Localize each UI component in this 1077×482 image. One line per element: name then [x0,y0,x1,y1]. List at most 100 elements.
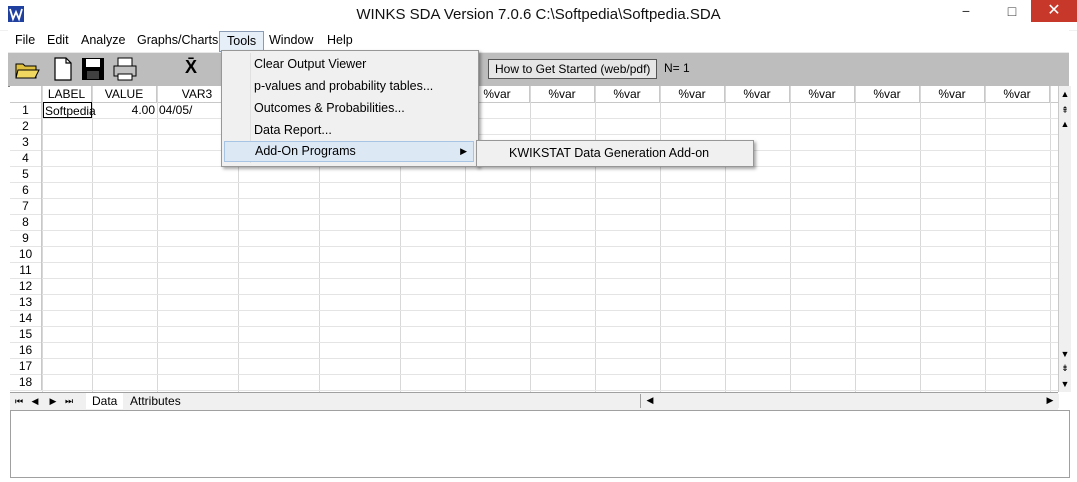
corner-cell [10,86,42,102]
grid-line [660,86,661,392]
menu-analyze[interactable]: Analyze [74,30,132,51]
row-number[interactable]: 16 [10,342,42,358]
cell-value[interactable]: 4.00 [93,102,155,118]
data-grid[interactable]: LABEL VALUE VAR3 %var %var %var %var %va… [10,86,1058,392]
column-header-label[interactable]: LABEL [42,86,92,102]
grid-line [10,390,1058,391]
get-started-button[interactable]: How to Get Started (web/pdf) [488,59,658,79]
menu-graphs-charts[interactable]: Graphs/Charts [130,30,225,51]
toolbar: X̄ How to Get Started (web/pdf) N= 1 [8,52,1069,87]
output-pane[interactable] [10,410,1070,478]
column-header-pctvar[interactable]: %var [855,86,920,102]
cell-label-active[interactable]: Softpedia [43,102,96,118]
open-folder-icon[interactable] [14,56,40,82]
last-sheet-icon[interactable]: ⏭ [62,395,76,407]
grid-line [10,134,1058,135]
tab-attributes[interactable]: Attributes [124,393,187,409]
next-sheet-icon[interactable]: ▶ [46,395,60,407]
row-number[interactable]: 6 [10,182,42,198]
row-number[interactable]: 18 [10,374,42,390]
row-number[interactable]: 7 [10,198,42,214]
horizontal-scrollbar[interactable]: ◀ ▶ [640,394,1059,408]
menu-window[interactable]: Window [262,30,320,51]
prev-sheet-icon[interactable]: ◀ [28,395,42,407]
menu-item-add-on-programs-label: Add-On Programs [255,144,356,158]
grid-line [157,86,158,392]
column-header-pctvar[interactable]: %var [660,86,725,102]
scroll-down-icon[interactable]: ▼ [1059,348,1071,360]
row-number[interactable]: 9 [10,230,42,246]
column-header-pctvar[interactable]: %var [595,86,660,102]
menu-item-clear-output-viewer[interactable]: Clear Output Viewer [224,54,474,75]
scroll-top-icon[interactable]: ▲ [1059,88,1071,100]
row-number[interactable]: 15 [10,326,42,342]
column-header-pctvar[interactable]: %var [725,86,790,102]
row-number[interactable]: 5 [10,166,42,182]
menu-item-kwikstat-data-generation[interactable]: KWIKSTAT Data Generation Add-on [479,143,749,164]
scroll-left-icon[interactable]: ◀ [643,394,657,406]
grid-line [855,86,856,392]
submenu-arrow-icon: ▶ [460,146,467,156]
grid-line [725,86,726,392]
grid-line [10,214,1058,215]
grid-line [790,86,791,392]
scroll-page-down-icon[interactable]: ⇟ [1059,362,1071,374]
grid-line [985,86,986,392]
grid-line [10,326,1058,327]
close-button[interactable]: ✕ [1031,0,1077,22]
grid-line [10,342,1058,343]
first-sheet-icon[interactable]: ⏮ [12,395,26,407]
menu-help[interactable]: Help [320,30,360,51]
menu-item-add-on-programs[interactable]: Add-On Programs ▶ [224,141,474,162]
column-header-value[interactable]: VALUE [92,86,157,102]
grid-line [10,230,1058,231]
tab-data[interactable]: Data [86,393,124,409]
maximize-button[interactable]: □ [993,0,1031,22]
grid-line [10,246,1058,247]
n-count: N= 1 [664,61,690,75]
menu-file[interactable]: File [8,30,42,51]
row-number[interactable]: 8 [10,214,42,230]
grid-line [10,310,1058,311]
row-number[interactable]: 10 [10,246,42,262]
menu-item-outcomes-probabilities[interactable]: Outcomes & Probabilities... [224,98,474,119]
save-icon[interactable] [80,56,106,82]
row-number[interactable]: 12 [10,278,42,294]
row-number[interactable]: 1 [10,102,42,118]
row-number[interactable]: 3 [10,134,42,150]
row-number[interactable]: 2 [10,118,42,134]
scroll-bottom-icon[interactable]: ▼ [1059,378,1071,390]
print-icon[interactable] [112,56,138,82]
column-header-pctvar[interactable]: %var [985,86,1050,102]
scroll-up-icon[interactable]: ▲ [1059,118,1071,130]
row-number[interactable]: 14 [10,310,42,326]
title-bar: WINKS SDA Version 7.0.6 C:\Softpedia\Sof… [0,0,1077,31]
grid-line [42,86,43,392]
scroll-page-up-icon[interactable]: ⇞ [1059,104,1071,116]
column-header-pctvar[interactable]: %var [530,86,595,102]
minimize-button[interactable]: − [947,0,985,22]
row-number[interactable]: 4 [10,150,42,166]
vertical-scrollbar[interactable]: ▲ ⇞ ▲ ▼ ⇟ ▼ [1058,86,1071,392]
grid-line [595,86,596,392]
column-header-pctvar[interactable]: %var [790,86,855,102]
mean-xbar-icon[interactable]: X̄ [185,57,197,78]
row-number[interactable]: 13 [10,294,42,310]
window-title: WINKS SDA Version 7.0.6 C:\Softpedia\Sof… [356,6,721,23]
grid-line [10,294,1058,295]
add-on-programs-submenu: KWIKSTAT Data Generation Add-on [476,140,754,167]
new-file-icon[interactable] [50,56,76,82]
column-header-row: LABEL VALUE VAR3 %var %var %var %var %va… [10,86,1058,103]
grid-line [10,198,1058,199]
row-number[interactable]: 11 [10,262,42,278]
scroll-right-icon[interactable]: ▶ [1043,394,1057,406]
tools-menu-dropdown: Clear Output Viewer p-values and probabi… [221,50,479,167]
grid-line [1050,86,1051,392]
row-number[interactable]: 17 [10,358,42,374]
menu-tools[interactable]: Tools [219,31,265,52]
menu-item-data-report[interactable]: Data Report... [224,120,474,141]
menu-item-p-values-tables[interactable]: p-values and probability tables... [224,76,474,97]
grid-line [10,358,1058,359]
column-header-pctvar[interactable]: %var [920,86,985,102]
menu-edit[interactable]: Edit [40,30,76,51]
